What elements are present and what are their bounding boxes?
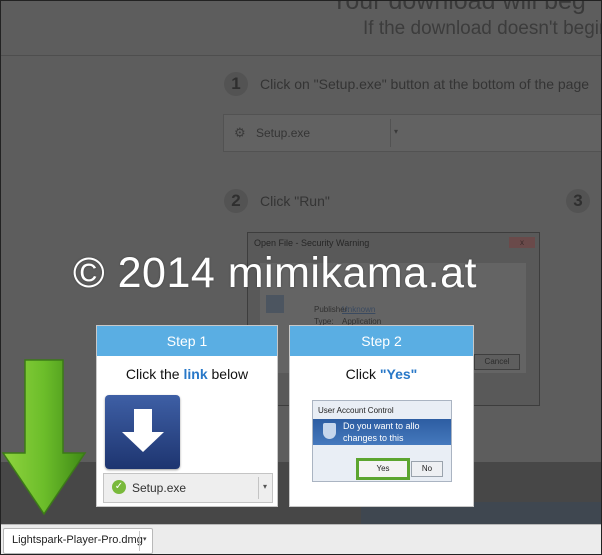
step-number-3: 3	[566, 189, 590, 213]
uac-title: User Account Control	[318, 406, 394, 415]
divider	[139, 531, 140, 551]
copyright-watermark: © 2014 mimikama.at	[73, 249, 477, 297]
download-arrow-icon[interactable]	[105, 395, 180, 469]
setup-filename: Setup.exe	[132, 481, 187, 495]
uac-message-line-2: changes to this	[343, 433, 404, 443]
instruction-link-word: link	[183, 366, 208, 382]
instruction-yes-word: "Yes"	[379, 366, 418, 382]
download-item-filename: Lightspark-Player-Pro.dmg	[12, 534, 143, 546]
page-subheadline: If the download doesn't begin au	[363, 18, 601, 39]
green-down-arrow-icon	[1, 359, 87, 516]
publisher-value: Unknown	[342, 305, 376, 314]
screenshot-frame: Your download will beg If the download d…	[0, 0, 602, 555]
uac-message-line-1: Do you want to allo	[343, 421, 420, 431]
dialog-title: Open File - Security Warning	[254, 238, 370, 248]
download-item-lightspark[interactable]: Lightspark-Player-Pro.dmg ▾	[3, 528, 153, 554]
step-1-card: Step 1 Click the link below ✓ Setup.exe …	[96, 325, 278, 507]
gear-icon: ⚙	[234, 125, 246, 140]
close-icon: x	[509, 237, 535, 248]
step-2-text: Click "Run"	[260, 193, 330, 209]
divider	[390, 119, 391, 147]
cancel-button: Cancel	[474, 354, 520, 370]
chevron-down-icon[interactable]: ▾	[143, 535, 147, 543]
uac-dialog-preview: User Account Control Do you want to allo…	[312, 400, 452, 482]
download-arrow-shaft	[134, 409, 152, 433]
step-number-1: 1	[224, 72, 248, 96]
yes-button[interactable]: Yes	[356, 458, 410, 480]
chevron-down-icon: ▾	[394, 127, 399, 136]
uac-shield-icon	[323, 423, 336, 439]
page-headline: Your download will beg	[331, 0, 586, 15]
check-circle-icon: ✓	[112, 480, 126, 494]
download-bar-preview: ⚙ Setup.exe ▾	[223, 114, 601, 152]
step-number-2: 2	[224, 189, 248, 213]
download-filename: Setup.exe	[256, 126, 311, 140]
step-2-card: Step 2 Click "Yes" User Account Control …	[289, 325, 474, 507]
instruction-text-after: below	[207, 366, 249, 382]
step-2-header: Step 2	[290, 326, 473, 356]
no-button[interactable]: No	[411, 461, 443, 477]
chevron-down-icon[interactable]: ▾	[263, 482, 267, 491]
setup-download-item[interactable]: ✓ Setup.exe ▾	[103, 473, 273, 503]
step-1-text: Click on "Setup.exe" button at the botto…	[260, 76, 590, 92]
instruction-text-before: Click the	[125, 366, 184, 382]
download-arrow-head	[122, 432, 164, 452]
step-1-instruction: Click the link below	[97, 366, 277, 382]
step-1-header: Step 1	[97, 326, 277, 356]
browser-download-shelf: Lightspark-Player-Pro.dmg ▾	[1, 524, 601, 554]
instruction-text-before: Click	[345, 366, 380, 382]
step-2-instruction: Click "Yes"	[290, 366, 473, 382]
divider	[1, 55, 601, 56]
uac-message: Do you want to allo changes to this	[343, 420, 420, 444]
divider	[258, 477, 259, 499]
